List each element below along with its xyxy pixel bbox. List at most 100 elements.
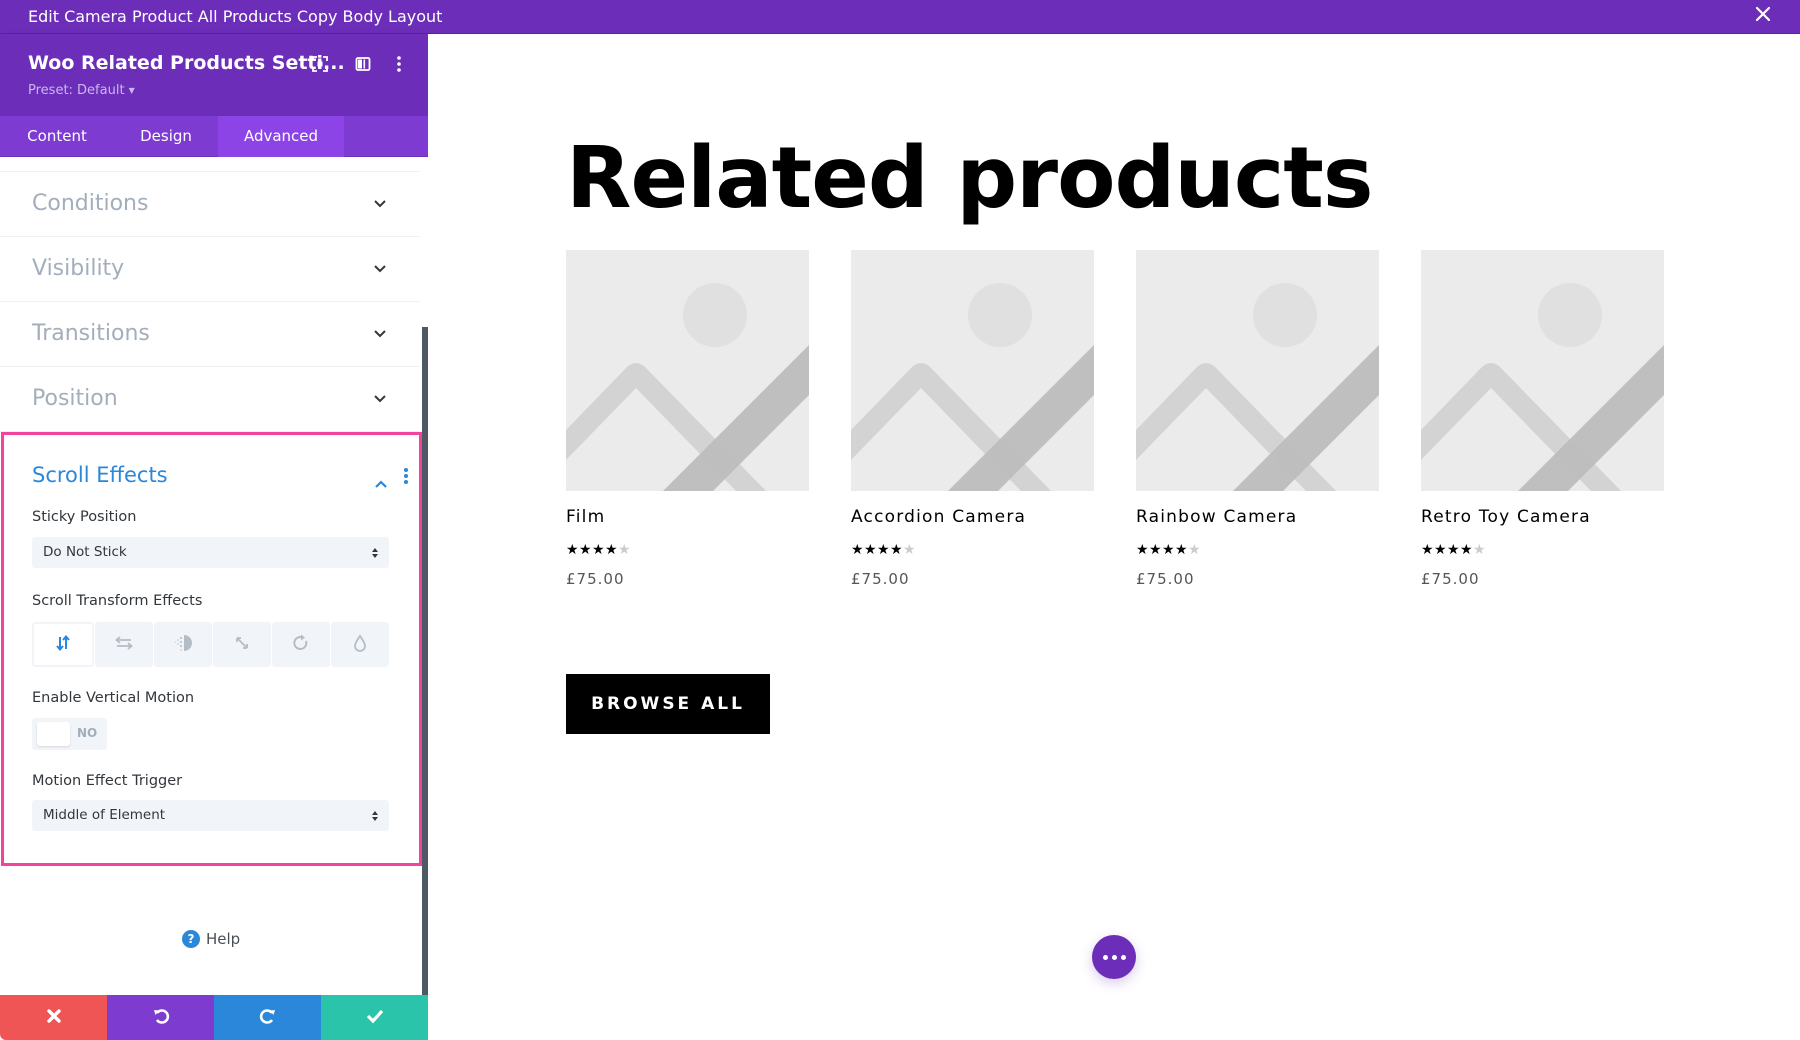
product-card[interactable]: Film ★ ★ ★ ★ ★ £75.00 xyxy=(566,250,809,588)
horizontal-motion-button[interactable] xyxy=(95,622,153,667)
tab-advanced[interactable]: Advanced xyxy=(218,116,344,157)
select-value: Middle of Element xyxy=(43,807,166,823)
star-empty-icon: ★ xyxy=(903,542,916,558)
browse-all-button[interactable]: BROWSE ALL xyxy=(566,674,770,734)
vertical-motion-icon xyxy=(53,633,73,657)
product-rating: ★ ★ ★ ★ ★ xyxy=(1421,543,1664,557)
help-icon: ? xyxy=(182,930,200,948)
select-arrows-icon xyxy=(371,545,379,559)
scroll-transform-effects-label: Scroll Transform Effects xyxy=(32,593,203,609)
section-label: Position xyxy=(32,386,118,411)
panel-tabs: Content Design Advanced xyxy=(0,116,428,157)
product-name[interactable]: Rainbow Camera xyxy=(1136,507,1379,527)
scroll-effects-title[interactable]: Scroll Effects xyxy=(32,463,168,487)
product-rating: ★ ★ ★ ★ ★ xyxy=(566,543,809,557)
section-label: Transitions xyxy=(32,321,150,346)
sticky-position-label: Sticky Position xyxy=(32,509,137,525)
focus-mode-icon[interactable] xyxy=(310,54,330,74)
star-filled-icon: ★ xyxy=(851,542,864,558)
fading-button[interactable] xyxy=(154,622,212,667)
product-image-placeholder[interactable] xyxy=(566,250,809,491)
settings-panel: Woo Related Products Setti... Preset: De… xyxy=(0,34,428,1040)
section-label: Conditions xyxy=(32,191,149,216)
rotating-icon xyxy=(291,633,311,657)
chevron-down-icon xyxy=(371,389,389,407)
product-card[interactable]: Accordion Camera ★ ★ ★ ★ ★ £75.00 xyxy=(851,250,1094,588)
vertical-motion-toggle[interactable]: NO xyxy=(32,718,107,750)
window-title-bar: Edit Camera Product All Products Copy Bo… xyxy=(0,0,1800,34)
section-transitions[interactable]: Transitions xyxy=(0,302,420,367)
star-filled-icon: ★ xyxy=(864,542,877,558)
star-filled-icon: ★ xyxy=(605,542,618,558)
horizontal-motion-icon xyxy=(113,633,135,657)
star-filled-icon: ★ xyxy=(1421,542,1434,558)
product-name[interactable]: Accordion Camera xyxy=(851,507,1094,527)
section-position[interactable]: Position xyxy=(0,367,420,432)
sticky-position-select[interactable]: Do Not Stick xyxy=(32,537,389,568)
motion-effect-trigger-select[interactable]: Middle of Element xyxy=(32,800,389,831)
section-visibility[interactable]: Visibility xyxy=(0,237,420,302)
product-card[interactable]: Retro Toy Camera ★ ★ ★ ★ ★ £75.00 xyxy=(1421,250,1664,588)
save-button[interactable] xyxy=(321,995,428,1040)
sidebar-layout-icon[interactable] xyxy=(353,54,373,74)
help-link[interactable]: ? Help xyxy=(182,930,240,948)
close-icon[interactable] xyxy=(1752,5,1774,27)
blur-button[interactable] xyxy=(331,622,389,667)
scroll-transform-effects xyxy=(32,622,389,667)
dot xyxy=(1120,954,1126,960)
cancel-button[interactable] xyxy=(0,995,107,1040)
product-name[interactable]: Retro Toy Camera xyxy=(1421,507,1664,527)
star-filled-icon: ★ xyxy=(1162,542,1175,558)
product-rating: ★ ★ ★ ★ ★ xyxy=(1136,543,1379,557)
more-vertical-icon[interactable] xyxy=(403,467,409,485)
preset-dropdown[interactable]: Preset: Default ▼ xyxy=(28,83,135,98)
product-price: £75.00 xyxy=(566,570,625,588)
chevron-down-icon xyxy=(371,259,389,277)
star-empty-icon: ★ xyxy=(1473,542,1486,558)
redo-button[interactable] xyxy=(214,995,321,1040)
vertical-motion-button[interactable] xyxy=(32,622,94,667)
page-heading: Related products xyxy=(566,129,1373,228)
product-price: £75.00 xyxy=(851,570,910,588)
preset-label: Preset: Default xyxy=(28,83,125,98)
star-filled-icon: ★ xyxy=(579,542,592,558)
star-filled-icon: ★ xyxy=(1447,542,1460,558)
panel-header: Woo Related Products Setti... Preset: De… xyxy=(0,34,428,116)
help-label: Help xyxy=(206,930,241,948)
product-image-placeholder[interactable] xyxy=(1421,250,1664,491)
star-filled-icon: ★ xyxy=(592,542,605,558)
section-scroll-effects: Scroll Effects Sticky Position Do Not St… xyxy=(1,432,422,866)
section-conditions[interactable]: Conditions xyxy=(0,172,420,237)
star-filled-icon: ★ xyxy=(1460,542,1473,558)
scaling-button[interactable] xyxy=(213,622,271,667)
settings-scroll-area: Conditions Visibility Transitions Positi… xyxy=(0,157,422,995)
select-arrows-icon xyxy=(371,808,379,822)
product-image-placeholder[interactable] xyxy=(1136,250,1379,491)
window-title: Edit Camera Product All Products Copy Bo… xyxy=(28,7,443,26)
toggle-state: NO xyxy=(77,726,98,740)
product-card[interactable]: Rainbow Camera ★ ★ ★ ★ ★ £75.00 xyxy=(1136,250,1379,588)
star-filled-icon: ★ xyxy=(1434,542,1447,558)
chevron-up-icon[interactable] xyxy=(373,475,389,488)
toggle-knob xyxy=(37,722,70,746)
dot xyxy=(1111,954,1117,960)
check-icon xyxy=(366,1008,384,1028)
product-name[interactable]: Film xyxy=(566,507,809,527)
tab-design[interactable]: Design xyxy=(114,116,218,157)
tab-content[interactable]: Content xyxy=(0,116,114,157)
rotating-button[interactable] xyxy=(272,622,330,667)
product-image-placeholder[interactable] xyxy=(851,250,1094,491)
star-empty-icon: ★ xyxy=(1188,542,1201,558)
undo-button[interactable] xyxy=(107,995,214,1040)
product-price: £75.00 xyxy=(1136,570,1195,588)
motion-effect-trigger-label: Motion Effect Trigger xyxy=(32,773,183,789)
more-vertical-icon[interactable] xyxy=(389,54,409,74)
undo-icon xyxy=(152,1007,170,1029)
star-filled-icon: ★ xyxy=(1149,542,1162,558)
star-empty-icon: ★ xyxy=(618,542,631,558)
enable-vertical-motion-label: Enable Vertical Motion xyxy=(32,690,195,706)
page-settings-button[interactable] xyxy=(1092,935,1136,979)
dot xyxy=(1102,954,1108,960)
module-title: Woo Related Products Setti... xyxy=(28,52,345,74)
chevron-down-icon xyxy=(371,324,389,342)
